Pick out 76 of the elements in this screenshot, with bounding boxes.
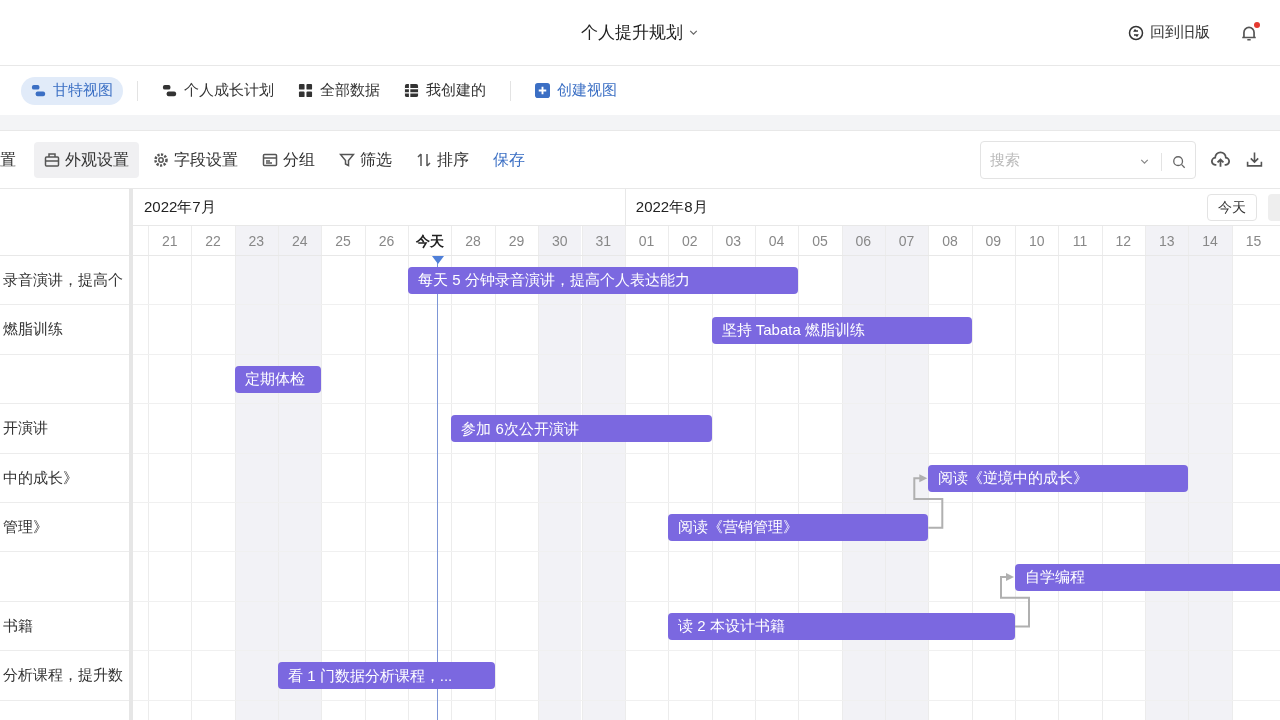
notification-button[interactable] — [1240, 22, 1260, 43]
table-icon — [404, 83, 419, 98]
task-bar[interactable]: 阅读《逆境中的成长》 — [928, 464, 1189, 492]
day-label: 31 — [594, 231, 612, 251]
sort-icon — [416, 151, 432, 168]
toolbox-icon — [44, 151, 60, 168]
today-label: 今天 — [414, 231, 445, 251]
view-tab[interactable]: 甘特视图 — [21, 76, 123, 105]
toolbar-button[interactable]: 置 — [0, 141, 30, 178]
bars-icon — [162, 83, 177, 98]
toolbar-button[interactable]: 分组 — [252, 141, 325, 178]
month-label: 2022年8月 — [635, 197, 708, 218]
day-label: 29 — [507, 231, 526, 251]
day-label: 25 — [334, 231, 352, 251]
day-label: 23 — [247, 231, 266, 251]
day-label: 02 — [681, 231, 699, 251]
row-title: 中的成长》 — [2, 467, 78, 488]
search-icon — [1172, 154, 1186, 169]
settings-icon — [153, 151, 169, 168]
month-label: 2022年7月 — [144, 197, 216, 218]
task-bar[interactable]: 阅读《营销管理》 — [668, 514, 929, 542]
create-view-button[interactable]: 创建视图 — [525, 76, 627, 105]
task-bar[interactable]: 参加 6次公开演讲 — [451, 415, 712, 443]
row-title: 书籍 — [2, 615, 33, 636]
today-button[interactable]: 今天 — [1207, 194, 1257, 221]
row-title: 录音演讲，提高个 — [2, 269, 123, 290]
task-bar[interactable]: 自学编程 — [1015, 563, 1280, 591]
day-label: 01 — [637, 231, 656, 251]
title-dropdown[interactable]: 个人提升规划 — [580, 19, 700, 46]
day-label: 05 — [811, 231, 829, 251]
day-label: 04 — [767, 231, 786, 251]
search-field[interactable]: 搜索 — [980, 140, 1196, 179]
view-tab[interactable]: 个人成长计划 — [152, 76, 284, 105]
toolbar-button[interactable]: 字段设置 — [143, 141, 248, 178]
view-tab[interactable]: 我创建的 — [394, 76, 496, 105]
day-label: 26 — [377, 231, 396, 251]
save-link[interactable]: 保存 — [483, 141, 535, 178]
day-label: 06 — [854, 231, 873, 251]
day-label: 21 — [160, 231, 179, 251]
day-label: 03 — [724, 231, 742, 251]
toolbar-button[interactable]: 外观设置 — [34, 141, 139, 178]
day-label: 13 — [1157, 231, 1176, 251]
grid-icon — [298, 83, 313, 98]
download-icon — [1245, 151, 1263, 168]
row-title: 管理》 — [2, 516, 48, 537]
day-label: 11 — [1071, 231, 1089, 251]
task-bar[interactable]: 看 1 门数据分析课程，... — [278, 662, 495, 690]
switch-icon — [1128, 24, 1144, 41]
filter-icon — [339, 151, 355, 168]
day-label: 12 — [1114, 231, 1133, 251]
task-bar[interactable]: 读 2 本设计书籍 — [668, 613, 1015, 640]
toolbar-button[interactable]: 筛选 — [329, 141, 402, 178]
task-bar[interactable]: 坚持 Tabata 燃脂训练 — [711, 316, 972, 344]
group-icon — [262, 151, 278, 168]
day-label: 09 — [984, 231, 1003, 251]
toolbar-button[interactable]: 排序 — [406, 141, 479, 178]
day-label: 22 — [204, 231, 222, 251]
day-label: 10 — [1027, 231, 1046, 251]
day-label: 07 — [897, 231, 916, 251]
task-bar[interactable]: 每天 5 分钟录音演讲，提高个人表达能力 — [408, 267, 799, 295]
row-title: 开演讲 — [2, 418, 48, 439]
day-label: 14 — [1201, 231, 1219, 251]
row-title: 燃脂训练 — [2, 319, 63, 340]
day-label: 24 — [290, 231, 309, 251]
gantt-icon — [31, 83, 46, 98]
row-title: 分析课程，提升数 — [2, 665, 123, 686]
plus-icon — [535, 83, 550, 98]
view-tab[interactable]: 全部数据 — [288, 76, 390, 105]
old-version-button[interactable]: 回到旧版 — [1128, 21, 1210, 44]
day-label: 08 — [941, 231, 959, 251]
day-label: 28 — [464, 231, 482, 251]
day-label: 15 — [1244, 231, 1263, 251]
task-bar[interactable]: 定期体检 — [234, 366, 322, 393]
day-label: 30 — [551, 231, 569, 251]
upload-button[interactable] — [1210, 149, 1230, 170]
upload-icon — [1210, 150, 1230, 169]
